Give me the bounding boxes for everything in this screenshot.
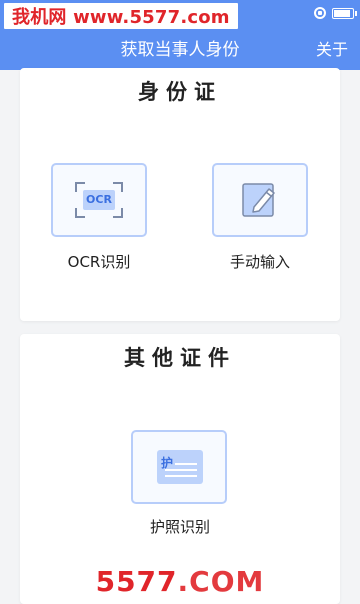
page-title: 获取当事人身份 <box>120 40 240 60</box>
ocr-recognize-label: OCR识别 <box>67 253 131 271</box>
ocr-scan-icon: OCR <box>75 182 123 218</box>
status-icons <box>314 7 357 19</box>
nav-bar: 获取当事人身份 关于 <box>0 30 360 70</box>
section-title-id-card: 身份证 <box>138 80 222 104</box>
battery-icon <box>332 7 357 19</box>
edit-pencil-icon <box>242 183 275 217</box>
about-button[interactable]: 关于 <box>316 30 348 70</box>
watermark-number: 5577 <box>95 564 178 598</box>
ocr-recognize-button[interactable]: OCR <box>51 163 147 237</box>
ocr-icon-text: OCR <box>83 190 115 210</box>
section-title-other: 其他证件 <box>124 346 236 370</box>
rotation-lock-icon <box>314 7 326 19</box>
status-bar: 我机网 www.5577.com <box>0 0 360 30</box>
site-watermark: 我机网 www.5577.com <box>4 3 238 29</box>
passport-recognize-label: 护照识别 <box>149 518 210 536</box>
manual-input-label: 手动输入 <box>229 253 290 271</box>
watermark-domain: .COM <box>177 564 265 598</box>
id-card-section: 身份证 OCR OCR识别 手动输入 <box>20 68 340 321</box>
passport-card-icon: 护 <box>157 450 203 484</box>
bottom-watermark: 5577 .COM <box>76 562 284 600</box>
manual-input-button[interactable] <box>212 163 308 237</box>
passport-recognize-button[interactable]: 护 <box>131 430 227 504</box>
